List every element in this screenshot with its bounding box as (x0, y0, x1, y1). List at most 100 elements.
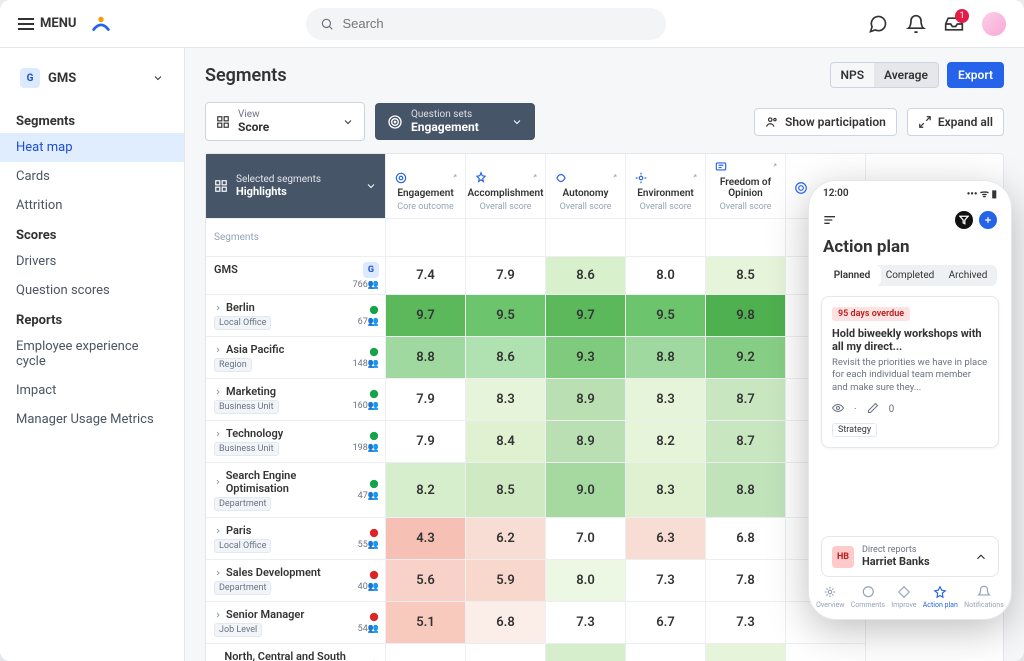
sidebar-item[interactable]: Employee experience cycle (0, 332, 184, 376)
chat-icon[interactable] (868, 14, 888, 34)
segment-row-label[interactable]: North, Central and South AmericaRegion35… (206, 644, 386, 661)
heatmap-cell[interactable]: 8.0 (626, 257, 706, 295)
phone-nav-item[interactable]: Action plan (923, 585, 958, 609)
heatmap-cell[interactable]: 8.8 (706, 463, 786, 518)
segment-row-label[interactable]: Sales DevelopmentDepartment40👥 (206, 560, 386, 602)
sidebar-item[interactable]: Cards (0, 162, 184, 191)
selected-segments-selector[interactable]: Selected segmentsHighlights (206, 154, 386, 219)
column-header[interactable]: EngagementCore outcome (386, 154, 466, 219)
add-button[interactable] (979, 211, 997, 229)
column-header[interactable]: EnvironmentOverall score (626, 154, 706, 219)
heatmap-cell[interactable]: 8.0 (546, 560, 626, 602)
heatmap-cell[interactable]: 7.7 (466, 644, 546, 661)
heatmap-cell[interactable]: 9.3 (546, 337, 626, 379)
tab-planned[interactable]: Planned (823, 265, 881, 286)
heatmap-cell[interactable]: 8.3 (626, 463, 706, 518)
heatmap-cell[interactable]: 8.6 (466, 337, 546, 379)
heatmap-cell[interactable]: 9.2 (706, 337, 786, 379)
heatmap-cell[interactable]: 6.7 (626, 602, 706, 644)
heatmap-cell[interactable]: 8.8 (626, 337, 706, 379)
action-card[interactable]: 95 days overdue Hold biweekly workshops … (821, 296, 999, 448)
segment-row-label[interactable]: BerlinLocal Office67👥 (206, 295, 386, 337)
toggle-nps[interactable]: NPS (831, 63, 875, 87)
expand-all-button[interactable]: Expand all (907, 108, 1004, 136)
sidebar-item[interactable]: Drivers (0, 247, 184, 276)
sidebar-item[interactable]: Heat map (0, 133, 184, 162)
heatmap-cell[interactable]: 7.3 (546, 602, 626, 644)
heatmap-cell[interactable]: 8.7 (706, 379, 786, 421)
tab-completed[interactable]: Completed (881, 265, 939, 286)
segment-row-label[interactable]: Asia PacificRegion148👥 (206, 337, 386, 379)
heatmap-cell[interactable]: 6.3 (626, 518, 706, 560)
search-input-wrapper[interactable] (306, 8, 666, 40)
heatmap-cell[interactable]: 7.3 (626, 560, 706, 602)
heatmap-cell[interactable]: 8.3 (466, 379, 546, 421)
phone-nav-item[interactable]: Notifications (964, 585, 1004, 609)
heatmap-cell[interactable]: 7.8 (706, 560, 786, 602)
column-header[interactable]: Freedom of OpinionOverall score (706, 154, 786, 219)
column-header[interactable]: AccomplishmentOverall score (466, 154, 546, 219)
phone-nav-item[interactable]: Overview (816, 585, 844, 609)
heatmap-cell[interactable]: 8.4 (466, 421, 546, 463)
heatmap-cell[interactable]: 7.7 (626, 644, 706, 661)
heatmap-cell[interactable]: 5.9 (466, 560, 546, 602)
heatmap-cell[interactable]: 7.4 (386, 257, 466, 295)
score-toggle[interactable]: NPS Average (830, 62, 939, 88)
heatmap-cell[interactable]: 9.5 (626, 295, 706, 337)
toggle-average[interactable]: Average (874, 63, 938, 87)
heatmap-cell[interactable]: 7.0 (546, 518, 626, 560)
tab-archived[interactable]: Archived (939, 265, 997, 286)
heatmap-cell[interactable]: 6.8 (466, 602, 546, 644)
heatmap-cell[interactable]: 8.2 (706, 644, 786, 661)
heatmap-cell[interactable]: 9.7 (546, 295, 626, 337)
segment-row-label[interactable]: TechnologyBusiness Unit198👥 (206, 421, 386, 463)
segment-row-label[interactable]: ParisLocal Office55👥 (206, 518, 386, 560)
heatmap-cell[interactable]: 8.4 (546, 644, 626, 661)
filter-icon[interactable] (955, 211, 973, 229)
heatmap-cell[interactable]: 9.0 (546, 463, 626, 518)
phone-nav-item[interactable]: Comments (851, 585, 885, 609)
heatmap-cell[interactable]: 8.8 (386, 337, 466, 379)
heatmap-cell[interactable]: 8.3 (626, 379, 706, 421)
heatmap-cell[interactable]: 7.3 (706, 602, 786, 644)
menu-button[interactable]: MENU (18, 16, 76, 31)
heatmap-cell[interactable]: 6.8 (706, 518, 786, 560)
heatmap-cell[interactable]: 7.9 (386, 421, 466, 463)
bell-icon[interactable] (906, 14, 926, 34)
show-participation-button[interactable]: Show participation (754, 108, 897, 136)
org-selector[interactable]: G GMS (12, 62, 172, 94)
sidebar-item[interactable]: Impact (0, 376, 184, 405)
heatmap-cell[interactable]: 8.9 (546, 379, 626, 421)
heatmap-cell[interactable]: 5.6 (386, 560, 466, 602)
heatmap-cell[interactable] (786, 644, 866, 661)
segment-row-label[interactable]: MarketingBusiness Unit160👥 (206, 379, 386, 421)
phone-user-card[interactable]: HB Direct reports Harriet Banks (821, 536, 999, 577)
inbox-icon[interactable]: 1 (944, 14, 964, 34)
question-sets-selector[interactable]: Question sets Engagement (375, 103, 535, 140)
heatmap-cell[interactable]: 4.3 (386, 518, 466, 560)
heatmap-cell[interactable]: 7.9 (386, 379, 466, 421)
phone-tabs[interactable]: Planned Completed Archived (823, 265, 997, 286)
heatmap-cell[interactable]: 5.1 (386, 602, 466, 644)
segment-row-label[interactable]: Search Engine OptimisationDepartment47👥 (206, 463, 386, 518)
phone-nav-item[interactable]: Improve (891, 585, 916, 609)
sidebar-item[interactable]: Attrition (0, 191, 184, 220)
heatmap-cell[interactable]: 8.5 (466, 463, 546, 518)
heatmap-cell[interactable]: 6.2 (466, 518, 546, 560)
sidebar-item[interactable]: Manager Usage Metrics (0, 405, 184, 434)
heatmap-cell[interactable]: 8.2 (386, 463, 466, 518)
heatmap-cell[interactable]: 8.7 (706, 421, 786, 463)
export-button[interactable]: Export (947, 62, 1004, 88)
search-input[interactable] (342, 16, 652, 31)
heatmap-cell[interactable]: 8.5 (706, 257, 786, 295)
heatmap-cell[interactable]: 8.9 (546, 421, 626, 463)
sidebar-item[interactable]: Question scores (0, 276, 184, 305)
hamburger-icon[interactable] (823, 214, 839, 226)
heatmap-cell[interactable]: 8.2 (626, 421, 706, 463)
heatmap-cell[interactable]: 9.7 (386, 295, 466, 337)
segment-row-label[interactable]: GMSG766👥 (206, 257, 386, 295)
heatmap-cell[interactable]: 7.9 (466, 257, 546, 295)
column-header[interactable]: AutonomyOverall score (546, 154, 626, 219)
view-selector[interactable]: View Score (205, 102, 365, 141)
heatmap-cell[interactable]: 8.6 (546, 257, 626, 295)
